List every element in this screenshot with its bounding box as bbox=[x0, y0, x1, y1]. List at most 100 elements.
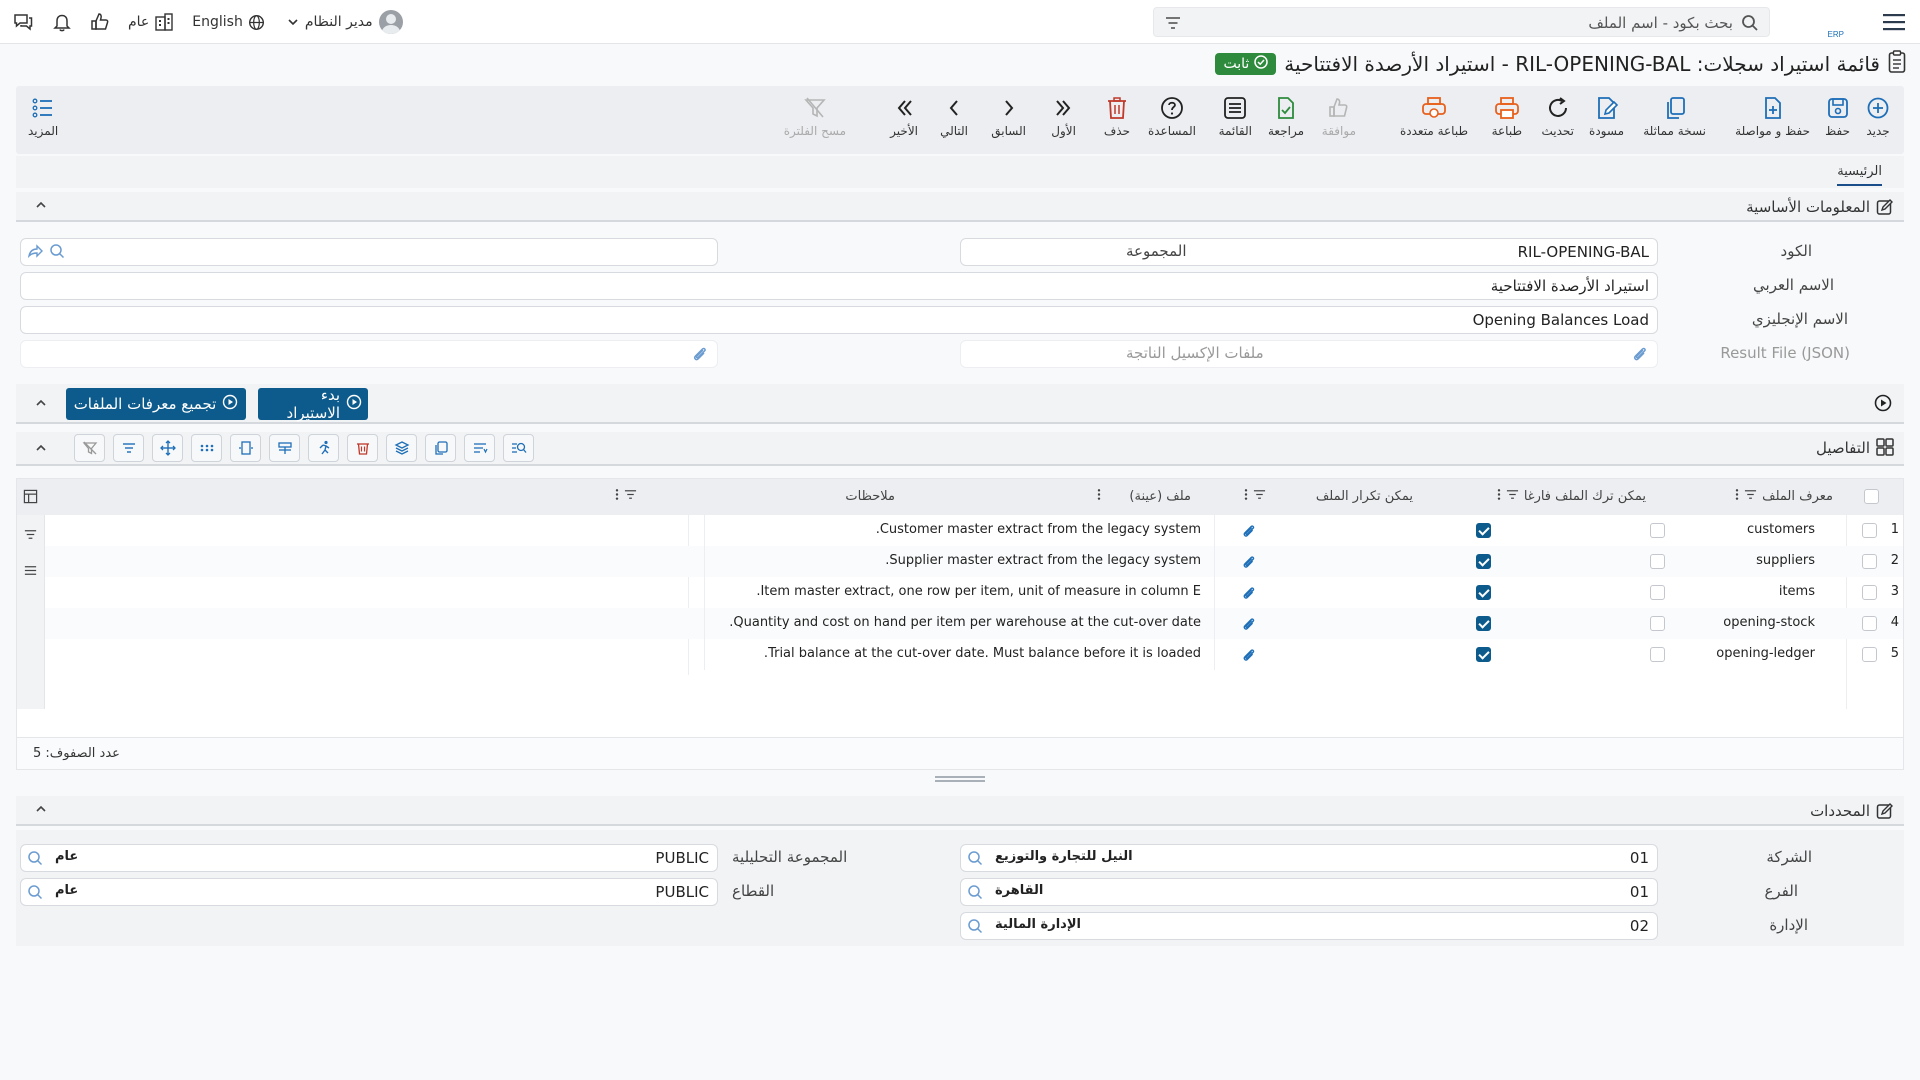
fit-columns-icon[interactable] bbox=[230, 434, 261, 462]
paperclip-icon[interactable] bbox=[691, 345, 709, 367]
language-switch[interactable]: English bbox=[192, 14, 265, 31]
draft-button[interactable]: مسودة bbox=[1589, 94, 1624, 150]
can-be-empty-checkbox[interactable] bbox=[1650, 585, 1665, 600]
notes-cell[interactable]: Trial balance at the cut-over date. Must… bbox=[764, 646, 1201, 661]
paperclip-icon[interactable] bbox=[1241, 523, 1257, 543]
next-button[interactable]: التالي bbox=[940, 94, 968, 150]
excel-files-field[interactable] bbox=[20, 340, 718, 368]
play-circle-icon[interactable] bbox=[1874, 394, 1892, 416]
chevron-up-icon[interactable] bbox=[34, 198, 48, 216]
column-menu-icon[interactable] bbox=[1244, 488, 1248, 505]
code-field[interactable]: RIL-OPENING-BAL bbox=[960, 238, 1658, 266]
sector-field[interactable]: PUBLIC عام bbox=[20, 878, 718, 906]
filter-icon[interactable] bbox=[113, 434, 144, 462]
table-row[interactable]: 4 opening-stock Quantity and cost on hand … bbox=[45, 608, 1903, 639]
first-button[interactable]: الأول bbox=[1051, 94, 1076, 150]
menu-icon[interactable] bbox=[1882, 10, 1906, 34]
menu-icon[interactable] bbox=[23, 563, 38, 582]
user-menu[interactable]: مدير النظام bbox=[287, 10, 403, 34]
row-select-checkbox[interactable] bbox=[1862, 523, 1877, 538]
file-id-cell[interactable]: opening-stock bbox=[1723, 615, 1815, 630]
can-repeat-checkbox[interactable] bbox=[1476, 647, 1491, 662]
column-menu-icon[interactable] bbox=[615, 488, 619, 505]
nama-logo[interactable]: NAMA ERP bbox=[1714, 4, 1870, 39]
save-continue-button[interactable]: حفظ و مواصلة bbox=[1735, 94, 1810, 150]
list-button[interactable]: القائمة bbox=[1219, 94, 1252, 150]
table-row[interactable]: 5 opening-ledger Trial balance at the cut-… bbox=[45, 639, 1903, 670]
determinants-header[interactable]: المحددات bbox=[16, 796, 1904, 826]
table-row[interactable]: 2 suppliers Supplier master extract from t… bbox=[45, 546, 1903, 577]
chat-icon[interactable] bbox=[12, 12, 34, 32]
column-sample-file[interactable]: ملف (عينة) bbox=[1097, 488, 1191, 505]
row-select-checkbox[interactable] bbox=[1862, 647, 1877, 662]
layers-icon[interactable] bbox=[386, 434, 417, 462]
can-be-empty-checkbox[interactable] bbox=[1650, 554, 1665, 569]
trash-icon[interactable] bbox=[347, 434, 378, 462]
department-field[interactable]: 02 الإدارة المالية bbox=[960, 912, 1658, 940]
notes-cell[interactable]: Customer master extract from the legacy … bbox=[876, 522, 1201, 537]
search-icon[interactable] bbox=[27, 884, 43, 904]
chevron-up-icon[interactable] bbox=[34, 802, 48, 820]
clear-filter-button[interactable]: مسح الفلترة bbox=[784, 94, 846, 150]
file-id-cell[interactable]: items bbox=[1779, 584, 1815, 599]
file-id-cell[interactable]: suppliers bbox=[1756, 553, 1815, 568]
search-icon[interactable] bbox=[967, 850, 983, 870]
duplicate-button[interactable]: نسخة مماثلة bbox=[1643, 94, 1706, 150]
search-icon[interactable] bbox=[967, 884, 983, 904]
save-button[interactable]: حفظ bbox=[1825, 94, 1850, 150]
search-icon[interactable] bbox=[967, 918, 983, 938]
move-icon[interactable] bbox=[152, 434, 183, 462]
copy-icon[interactable] bbox=[425, 434, 456, 462]
column-menu-icon[interactable] bbox=[1735, 488, 1739, 505]
row-select-checkbox[interactable] bbox=[1862, 616, 1877, 631]
column-notes[interactable]: ملاحظات bbox=[615, 488, 895, 505]
runner-icon[interactable] bbox=[308, 434, 339, 462]
chevron-up-icon[interactable] bbox=[34, 396, 48, 414]
filter-icon[interactable] bbox=[23, 527, 38, 546]
delete-button[interactable]: حذف bbox=[1104, 94, 1130, 150]
resize-handle[interactable] bbox=[935, 776, 985, 782]
column-menu-icon[interactable] bbox=[1097, 488, 1101, 505]
filter-icon[interactable] bbox=[1253, 488, 1266, 505]
can-repeat-checkbox[interactable] bbox=[1476, 585, 1491, 600]
approve-button[interactable]: موافقة bbox=[1322, 94, 1356, 150]
multi-print-button[interactable]: طباعة متعددة bbox=[1400, 94, 1468, 150]
new-button[interactable]: جديد bbox=[1866, 94, 1890, 150]
sort-lines-icon[interactable] bbox=[464, 434, 495, 462]
can-repeat-checkbox[interactable] bbox=[1476, 523, 1491, 538]
scope-switch[interactable]: عام bbox=[128, 13, 174, 31]
search-icon[interactable] bbox=[49, 243, 65, 263]
table-row[interactable]: 1 customers Customer master extract from t… bbox=[45, 515, 1903, 546]
clear-filter-icon[interactable] bbox=[74, 434, 105, 462]
file-id-cell[interactable]: customers bbox=[1747, 522, 1815, 537]
start-import-button[interactable]: بدء الاستيراد bbox=[258, 386, 368, 422]
filter-icon[interactable] bbox=[1744, 488, 1757, 505]
paperclip-icon[interactable] bbox=[1241, 554, 1257, 574]
column-can-be-empty[interactable]: يمكن ترك الملف فارغا bbox=[1497, 488, 1646, 505]
table-split-icon[interactable] bbox=[269, 434, 300, 462]
can-repeat-checkbox[interactable] bbox=[1476, 616, 1491, 631]
file-id-cell[interactable]: opening-ledger bbox=[1716, 646, 1815, 661]
last-button[interactable]: الأخير bbox=[890, 94, 918, 150]
column-file-id[interactable]: معرف الملف bbox=[1735, 488, 1833, 505]
review-button[interactable]: مراجعة bbox=[1268, 94, 1304, 150]
can-be-empty-checkbox[interactable] bbox=[1650, 616, 1665, 631]
prev-button[interactable]: السابق bbox=[991, 94, 1026, 150]
can-be-empty-checkbox[interactable] bbox=[1650, 647, 1665, 662]
search-icon[interactable] bbox=[27, 850, 43, 870]
more-button[interactable]: المزيد bbox=[28, 94, 58, 150]
filter-icon[interactable] bbox=[624, 488, 637, 505]
company-field[interactable]: 01 النيل للتجارة والتوزيع bbox=[960, 844, 1658, 872]
bell-icon[interactable] bbox=[52, 12, 72, 32]
english-name-field[interactable]: Opening Balances Load bbox=[20, 306, 1658, 334]
paperclip-icon[interactable] bbox=[1241, 616, 1257, 636]
can-be-empty-checkbox[interactable] bbox=[1650, 523, 1665, 538]
notes-cell[interactable]: Supplier master extract from the legacy … bbox=[885, 553, 1201, 568]
branch-field[interactable]: 01 القاهرة bbox=[960, 878, 1658, 906]
paperclip-icon[interactable] bbox=[1631, 345, 1649, 367]
row-select-checkbox[interactable] bbox=[1862, 585, 1877, 600]
chevron-up-icon[interactable] bbox=[34, 441, 48, 459]
column-menu-icon[interactable] bbox=[1497, 488, 1501, 505]
table-row[interactable]: 3 items Item master extract, one row per i… bbox=[45, 577, 1903, 608]
find-list-icon[interactable] bbox=[503, 434, 534, 462]
